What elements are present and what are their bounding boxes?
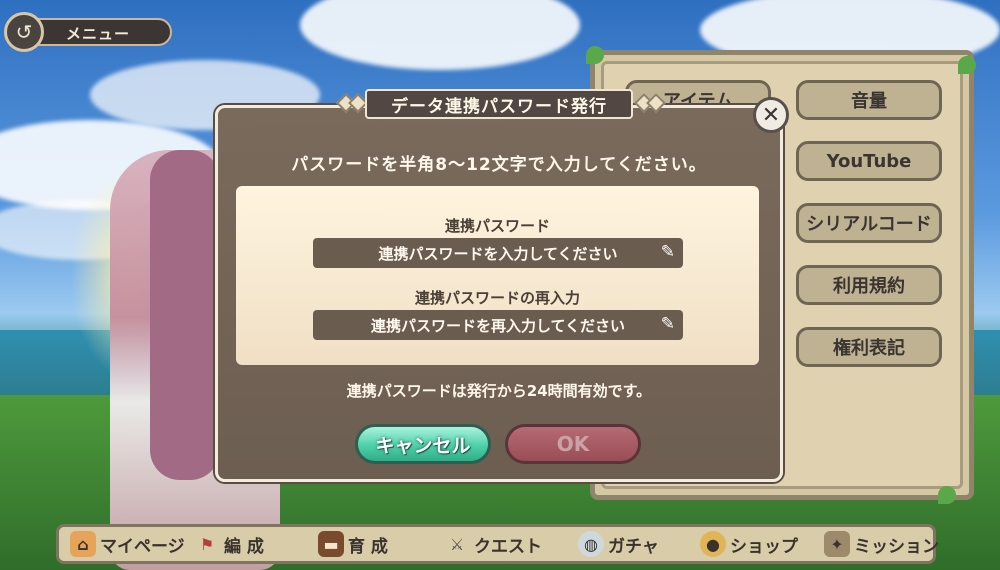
vine-decoration: [586, 46, 604, 64]
swords-icon: ⚔: [449, 534, 465, 554]
settings-item-youtube[interactable]: YouTube: [796, 141, 942, 181]
pencil-icon: ✎: [660, 314, 675, 334]
confirm-password-input[interactable]: 連携パスワードを再入力してください ✎: [313, 310, 683, 340]
settings-item-label: 利用規約: [833, 276, 905, 297]
diamond-ornament-icon: [646, 93, 666, 113]
password-label: 連携パスワード: [444, 217, 550, 235]
ok-button[interactable]: OK: [505, 424, 641, 464]
nav-label: クエスト: [474, 536, 542, 557]
nav-label: ミッション: [854, 536, 939, 557]
vine-decoration: [938, 486, 956, 504]
nav-mypage[interactable]: ⌂ マイページ: [70, 527, 185, 561]
settings-item-label: シリアルコード: [806, 214, 932, 235]
dialog-title-banner: データ連携パスワード発行: [325, 86, 671, 126]
nav-mission[interactable]: ✦ ミッション: [824, 527, 939, 561]
settings-item-volume[interactable]: 音量: [796, 80, 942, 120]
pencil-icon: ✎: [660, 242, 675, 262]
nav-label: 育 成: [348, 536, 388, 557]
menu-button[interactable]: ↺ メニュー: [4, 12, 176, 52]
nav-shop[interactable]: ● ショップ: [700, 527, 798, 561]
book-icon: ▬: [318, 531, 344, 557]
dialog-title: データ連携パスワード発行: [365, 89, 633, 119]
nav-quest[interactable]: ⚔ クエスト: [444, 527, 542, 561]
cancel-button[interactable]: キャンセル: [355, 424, 491, 464]
confirm-password-label: 連携パスワードの再入力: [414, 289, 580, 307]
settings-item-rights[interactable]: 権利表記: [796, 327, 942, 367]
egg-icon: ◍: [578, 531, 604, 557]
nav-label: ガチャ: [608, 536, 659, 557]
ok-label: OK: [556, 432, 590, 456]
settings-item-terms[interactable]: 利用規約: [796, 265, 942, 305]
vine-decoration: [958, 56, 976, 74]
mission-icon: ✦: [824, 531, 850, 557]
character-hair: [150, 150, 220, 480]
dialog-instruction: パスワードを半角8～12文字で入力してください。: [291, 155, 707, 175]
house-icon: ⌂: [70, 531, 96, 557]
password-input[interactable]: 連携パスワードを入力してください ✎: [313, 238, 683, 268]
password-placeholder: 連携パスワードを入力してください: [378, 244, 618, 263]
settings-item-serial-code[interactable]: シリアルコード: [796, 203, 942, 243]
close-icon[interactable]: ✕: [753, 97, 789, 133]
cancel-label: キャンセル: [375, 434, 471, 457]
settings-item-label: 音量: [851, 91, 887, 112]
bag-icon: ●: [700, 531, 726, 557]
nav-training[interactable]: ▬ 育 成: [318, 527, 388, 561]
cloud: [300, 0, 580, 70]
nav-gacha[interactable]: ◍ ガチャ: [578, 527, 659, 561]
validity-note: 連携パスワードは発行から24時間有効です。: [346, 382, 652, 400]
settings-item-label: YouTube: [826, 150, 912, 172]
nav-formation[interactable]: ⚑ 編 成: [194, 527, 264, 561]
nav-label: マイページ: [100, 536, 185, 557]
nav-label: ショップ: [730, 536, 798, 557]
confirm-password-placeholder: 連携パスワードを再入力してください: [370, 316, 626, 335]
nav-label: 編 成: [224, 536, 264, 557]
flag-icon: ⚑: [199, 534, 215, 554]
menu-label: メニュー: [66, 25, 131, 43]
back-arrow-icon[interactable]: ↺: [4, 12, 44, 52]
settings-item-label: 権利表記: [833, 338, 905, 359]
